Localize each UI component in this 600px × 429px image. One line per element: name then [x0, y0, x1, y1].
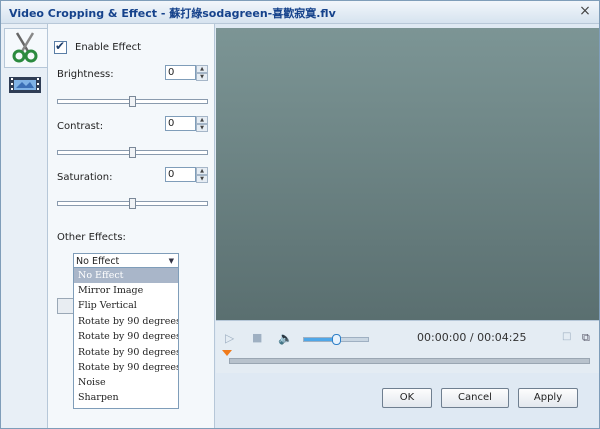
brightness-input[interactable]: 0 — [165, 65, 196, 80]
seek-marker-icon[interactable] — [222, 350, 232, 356]
time-display: 00:00:00 / 00:04:25 — [417, 331, 527, 344]
saturation-down-button[interactable]: ▼ — [196, 175, 208, 183]
brightness-down-button[interactable]: ▼ — [196, 73, 208, 81]
selected-effect-value: No Effect — [76, 256, 120, 267]
film-effect-icon — [9, 77, 41, 93]
effect-option[interactable]: Rotate by 90 degrees clo — [74, 329, 178, 344]
volume-slider[interactable] — [303, 334, 369, 345]
contrast-slider[interactable] — [57, 147, 208, 158]
brightness-thumb[interactable] — [128, 96, 136, 107]
saturation-stepper: 0 ▲ ▼ — [165, 167, 208, 183]
effect-option[interactable]: Rotate by 90 degrees cou — [74, 345, 178, 360]
enable-effect-checkbox[interactable]: ✔ — [54, 39, 67, 54]
effect-option[interactable]: Noise — [74, 375, 178, 390]
volume-icon[interactable]: 🔈 — [278, 331, 293, 345]
contrast-input[interactable]: 0 — [165, 116, 196, 131]
saturation-input[interactable]: 0 — [165, 167, 196, 182]
window-title: Video Cropping & Effect - 蘇打綠sodagreen-喜… — [9, 7, 336, 20]
snapshot-icon[interactable]: □ — [562, 331, 571, 342]
enable-effect-label: Enable Effect — [75, 42, 142, 53]
effects-dropdown-list: No Effect Mirror Image Flip Vertical Rot… — [73, 267, 179, 409]
effect-option[interactable]: No Effect — [74, 268, 178, 283]
volume-thumb[interactable] — [332, 334, 341, 345]
fullscreen-icon[interactable]: ⧉ — [582, 331, 590, 345]
other-effects-label: Other Effects: — [57, 232, 126, 243]
brightness-label: Brightness: — [57, 69, 114, 80]
seek-bar[interactable] — [229, 358, 590, 364]
cancel-button[interactable]: Cancel — [441, 388, 509, 408]
brightness-stepper: 0 ▲ ▼ — [165, 65, 208, 81]
saturation-thumb[interactable] — [128, 198, 136, 209]
video-cropping-effect-window: Video Cropping & Effect - 蘇打綠sodagreen-喜… — [0, 0, 600, 429]
contrast-down-button[interactable]: ▼ — [196, 124, 208, 132]
tool-sidebar — [1, 24, 48, 428]
effect-option[interactable]: Mirror Image — [74, 283, 178, 298]
stop-icon[interactable]: ■ — [252, 331, 262, 344]
effect-option[interactable]: Rotate by 90 degrees clo — [74, 314, 178, 329]
brightness-up-button[interactable]: ▲ — [196, 65, 208, 73]
video-preview — [216, 28, 599, 320]
contrast-up-button[interactable]: ▲ — [196, 116, 208, 124]
effect-option[interactable]: Sharpen — [74, 390, 178, 405]
close-icon[interactable]: × — [577, 3, 593, 19]
apply-button[interactable]: Apply — [518, 388, 578, 408]
play-icon[interactable]: ▷ — [225, 331, 234, 345]
dialog-footer: OK Cancel Apply — [216, 373, 599, 428]
scissors-icon — [12, 32, 38, 63]
brightness-slider[interactable] — [57, 96, 208, 107]
ok-button[interactable]: OK — [382, 388, 432, 408]
title-bar: Video Cropping & Effect - 蘇打綠sodagreen-喜… — [1, 1, 599, 24]
contrast-thumb[interactable] — [128, 147, 136, 158]
checkmark-icon: ✔ — [55, 39, 66, 53]
effect-tab[interactable] — [4, 68, 44, 106]
saturation-slider[interactable] — [57, 198, 208, 209]
player-controls: ▷ ■ 🔈 00:00:00 / 00:04:25 □ ⧉ — [216, 320, 599, 373]
contrast-stepper: 0 ▲ ▼ — [165, 116, 208, 132]
effect-option[interactable]: Rotate by 90 degrees cou — [74, 360, 178, 375]
saturation-label: Saturation: — [57, 172, 113, 183]
crop-tab[interactable] — [4, 28, 47, 68]
saturation-up-button[interactable]: ▲ — [196, 167, 208, 175]
contrast-label: Contrast: — [57, 121, 104, 132]
effect-option[interactable]: Flip Vertical — [74, 298, 178, 313]
